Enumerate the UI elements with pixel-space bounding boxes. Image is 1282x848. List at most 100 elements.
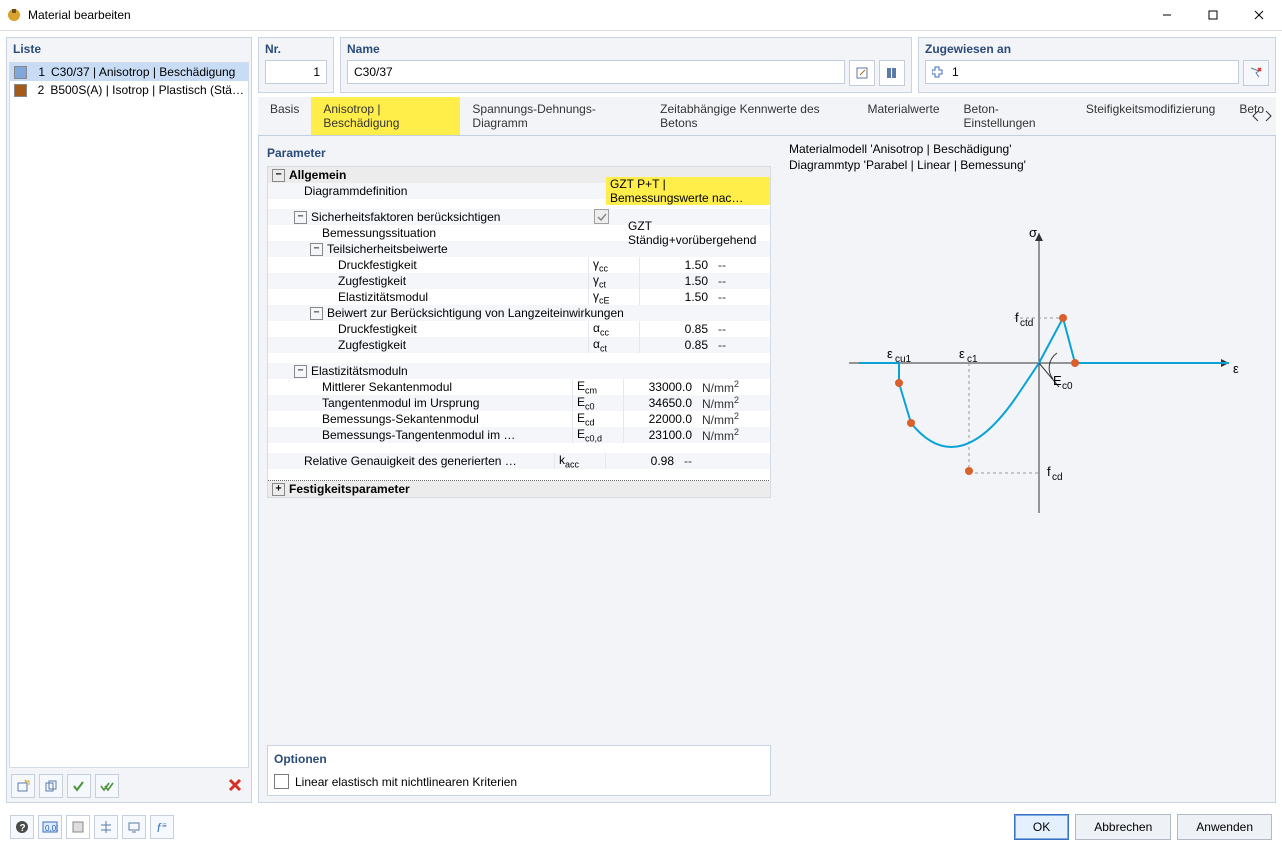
maximize-button[interactable]	[1190, 0, 1236, 30]
tab-stiffness-mod[interactable]: Steifigkeitsmodifizierung	[1074, 97, 1227, 135]
tab-scroll-right[interactable]	[1264, 97, 1272, 135]
tab-basis[interactable]: Basis	[258, 97, 311, 135]
cancel-button[interactable]: Abbrechen	[1075, 814, 1171, 840]
list-item[interactable]: 1 C30/37 | Anisotrop | Beschädigung	[10, 63, 248, 81]
group-partial-safety: Teilsicherheitsbeiwerte	[327, 242, 448, 256]
nr-box: Nr. 1	[258, 37, 334, 93]
group-elastic-moduli: Elastizitätsmoduln	[311, 364, 408, 378]
svg-text:f: f	[1015, 310, 1019, 325]
row-alpha-ct: Zugfestigkeit	[338, 338, 406, 352]
tab-time-dependent[interactable]: Zeitabhängige Kennwerte des Betons	[648, 97, 855, 135]
edit-name-button[interactable]	[849, 60, 875, 86]
help-button[interactable]: ?	[10, 815, 34, 839]
svg-text:E: E	[1053, 373, 1062, 388]
units-button[interactable]: 0,00	[38, 815, 62, 839]
row-compressive-strength: Druckfestigkeit	[338, 258, 417, 272]
list-item-number: 1	[31, 65, 45, 79]
design-situation-value[interactable]: GZT Ständig+vorübergehend	[624, 219, 770, 247]
collapse-icon[interactable]: −	[310, 243, 323, 256]
tab-strip: Basis Anisotrop | Beschädigung Spannungs…	[258, 97, 1276, 136]
row-relative-accuracy: Relative Genauigkeit des generierten …	[304, 454, 517, 468]
svg-text:ε: ε	[887, 346, 893, 361]
value-acc[interactable]: 0.85	[640, 322, 714, 336]
copy-button[interactable]	[39, 774, 63, 798]
svg-text:cu1: cu1	[895, 354, 912, 365]
svg-text:?: ?	[20, 823, 26, 834]
diagram-description: Materialmodell 'Anisotrop | Beschädigung…	[789, 142, 1265, 173]
group-longterm-factor: Beiwert zur Berücksichtigung von Langzei…	[327, 306, 624, 320]
list-item[interactable]: 2 B500S(A) | Isotrop | Plastisch (Stäbe)	[10, 81, 248, 99]
nr-input[interactable]: 1	[265, 60, 327, 84]
svg-text:c0: c0	[1062, 381, 1073, 392]
options-box: Optionen Linear elastisch mit nichtlinea…	[267, 745, 771, 796]
check-single-button[interactable]	[67, 774, 91, 798]
name-header: Name	[347, 40, 905, 60]
window-titlebar: Material bearbeiten	[0, 0, 1282, 31]
svg-text:cd: cd	[1052, 472, 1063, 483]
beam-icon	[932, 66, 948, 78]
group-safety-factors: Sicherheitsfaktoren berücksichtigen	[311, 210, 500, 224]
library-button[interactable]	[879, 60, 905, 86]
svg-text:≡: ≡	[162, 821, 167, 830]
delete-button[interactable]	[225, 775, 247, 797]
parameter-tree[interactable]: −Allgemein DiagrammdefinitionGZT P+T | B…	[267, 166, 771, 498]
row-diagram-definition: Diagrammdefinition	[304, 184, 407, 198]
assigned-input[interactable]: 1	[925, 60, 1239, 84]
function-button[interactable]: f≡	[150, 815, 174, 839]
material-list[interactable]: 1 C30/37 | Anisotrop | Beschädigung 2 B5…	[9, 62, 249, 768]
window-title: Material bearbeiten	[28, 8, 1144, 22]
assign-pick-button[interactable]	[1243, 60, 1269, 86]
diagram-definition-value[interactable]: GZT P+T | Bemessungswerte nac…	[606, 177, 770, 205]
collapse-icon[interactable]: −	[294, 365, 307, 378]
row-alpha-cc: Druckfestigkeit	[338, 322, 417, 336]
list-item-label: B500S(A) | Isotrop | Plastisch (Stäbe)	[50, 83, 244, 97]
row-tensile-strength: Zugfestigkeit	[338, 274, 406, 288]
color-swatch	[14, 84, 27, 97]
assigned-header: Zugewiesen an	[925, 40, 1269, 60]
value-ecd[interactable]: 22000.0	[624, 412, 698, 426]
value-yct[interactable]: 1.50	[640, 274, 714, 288]
row-design-situation: Bemessungssituation	[322, 226, 436, 240]
color-button[interactable]	[66, 815, 90, 839]
value-ycc[interactable]: 1.50	[640, 258, 714, 272]
expand-icon[interactable]: +	[272, 483, 285, 496]
name-input[interactable]: C30/37	[347, 60, 845, 84]
collapse-icon[interactable]: −	[310, 307, 323, 320]
safety-factors-checkbox[interactable]	[594, 209, 609, 224]
new-button[interactable]: *	[11, 774, 35, 798]
apply-button[interactable]: Anwenden	[1177, 814, 1272, 840]
tab-concrete-settings[interactable]: Beton-Einstellungen	[952, 97, 1074, 135]
svg-text:c1: c1	[967, 354, 978, 365]
group-allgemein: Allgemein	[289, 168, 346, 182]
row-ecd: Bemessungs-Sekantenmodul	[322, 412, 479, 426]
nr-header: Nr.	[265, 40, 327, 60]
value-kacc[interactable]: 0.98	[606, 454, 680, 468]
value-ecm[interactable]: 33000.0	[624, 380, 698, 394]
tab-scroll-left[interactable]	[1252, 97, 1260, 135]
tree-button[interactable]	[94, 815, 118, 839]
value-yce[interactable]: 1.50	[640, 290, 714, 304]
minimize-button[interactable]	[1144, 0, 1190, 30]
check-all-button[interactable]	[95, 774, 119, 798]
linear-elastic-checkbox[interactable]: Linear elastisch mit nichtlinearen Krite…	[274, 774, 764, 789]
value-ec0[interactable]: 34650.0	[624, 396, 698, 410]
tab-material-values[interactable]: Materialwerte	[856, 97, 952, 135]
display-button[interactable]	[122, 815, 146, 839]
close-button[interactable]	[1236, 0, 1282, 30]
value-ec0d[interactable]: 23100.0	[624, 428, 698, 442]
list-header: Liste	[7, 38, 251, 60]
row-ecm: Mittlerer Sekantenmodul	[322, 380, 452, 394]
value-act[interactable]: 0.85	[640, 338, 714, 352]
svg-text:ctd: ctd	[1020, 318, 1033, 329]
collapse-icon[interactable]: −	[294, 211, 307, 224]
tab-stress-strain[interactable]: Spannungs-Dehnungs-Diagramm	[460, 97, 648, 135]
collapse-icon[interactable]: −	[272, 169, 285, 182]
parameter-header: Parameter	[267, 146, 771, 160]
ok-button[interactable]: OK	[1014, 814, 1069, 840]
linear-elastic-label: Linear elastisch mit nichtlinearen Krite…	[295, 775, 517, 789]
svg-text:ε: ε	[959, 346, 965, 361]
options-header: Optionen	[274, 752, 764, 766]
list-item-label: C30/37 | Anisotrop | Beschädigung	[51, 65, 235, 79]
checkbox-icon	[274, 774, 289, 789]
tab-anisotrop[interactable]: Anisotrop | Beschädigung	[311, 97, 460, 135]
